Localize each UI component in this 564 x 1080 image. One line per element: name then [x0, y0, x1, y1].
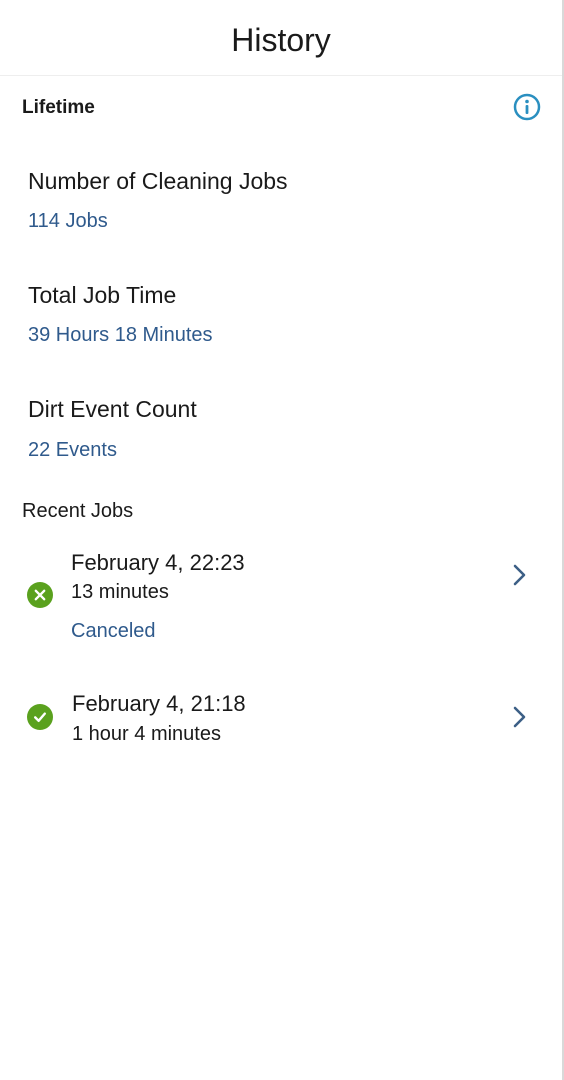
chevron-right-icon: [513, 706, 526, 728]
info-button[interactable]: [513, 93, 541, 121]
stat-value-total-job-time: 39 Hours 18 Minutes: [28, 324, 213, 346]
stat-value-dirt-event-count: 22 Events: [28, 439, 117, 461]
check-circle-icon: [27, 704, 53, 730]
job-duration: 13 minutes: [71, 581, 169, 603]
stat-title-total-job-time: Total Job Time: [28, 282, 177, 308]
job-row[interactable]: February 4, 22:23 13 minutes Canceled: [0, 540, 562, 660]
x-circle-icon: [27, 582, 53, 608]
job-status: Canceled: [71, 620, 156, 642]
app-header: History: [0, 0, 562, 76]
chevron-right-icon: [513, 564, 526, 586]
job-date: February 4, 22:23: [71, 550, 245, 575]
job-duration: 1 hour 4 minutes: [72, 723, 221, 745]
stat-title-cleaning-jobs: Number of Cleaning Jobs: [28, 168, 288, 194]
stat-title-dirt-event-count: Dirt Event Count: [28, 396, 197, 422]
stat-value-cleaning-jobs: 114 Jobs: [28, 210, 108, 232]
lifetime-section-label: Lifetime: [22, 97, 95, 118]
job-date: February 4, 21:18: [72, 691, 246, 716]
page-title: History: [231, 22, 331, 58]
job-row[interactable]: February 4, 21:18 1 hour 4 minutes: [0, 682, 562, 762]
recent-jobs-section-label: Recent Jobs: [22, 500, 134, 522]
info-circle-icon: [513, 93, 541, 121]
